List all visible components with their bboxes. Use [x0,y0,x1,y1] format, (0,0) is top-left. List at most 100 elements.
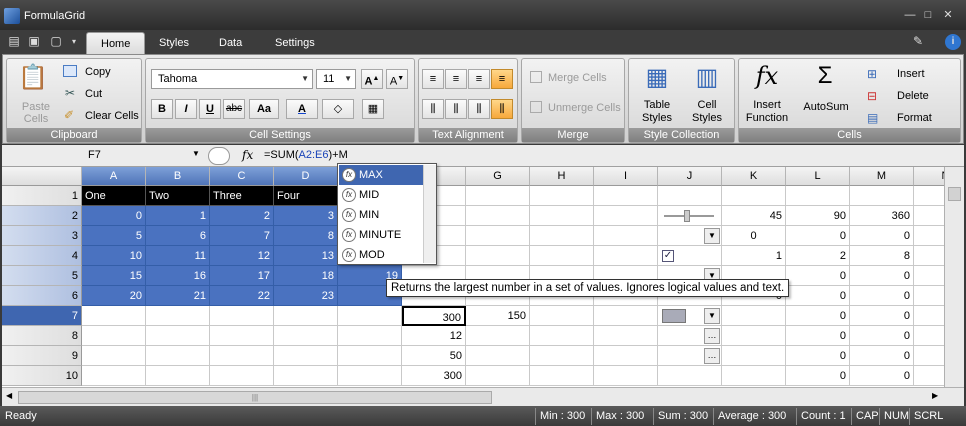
underline-button[interactable]: U [199,99,221,119]
ellipsis-button[interactable]: … [660,348,720,364]
grid-cell[interactable]: 2 [786,246,850,266]
grid-cell[interactable]: 0 [850,286,914,306]
grid-cell[interactable]: 0 [786,306,850,326]
grid-cell[interactable]: 3 [274,206,338,226]
grid-cell[interactable]: 1 [722,246,786,266]
grid-cell[interactable]: 20 [82,286,146,306]
grid-cell[interactable]: 16 [146,266,210,286]
align-right-button[interactable]: ≡ [468,69,490,89]
grid-cell[interactable]: Three [210,186,274,206]
bold-button[interactable]: B [151,99,173,119]
row-header[interactable]: 9 [2,346,82,366]
grid-cell[interactable]: 8 [850,246,914,266]
grid-cell[interactable]: 0 [850,326,914,346]
autocomplete-item[interactable]: fx MID [339,185,423,205]
ellipsis-button[interactable]: … [660,328,720,344]
grid-cell[interactable]: 360 [850,206,914,226]
grid-cell[interactable]: 50 [402,346,466,366]
valign-fill-button[interactable]: ⫼ [491,99,513,119]
spreadsheet-grid[interactable]: ABCDEFGHIJKLMN 12345678910 OneTwoThreeFo… [2,167,964,387]
autocomplete-item[interactable]: fx MIN [339,205,423,225]
format-cells-button[interactable]: ▦ [362,99,384,119]
tab-home[interactable]: Home [86,32,146,54]
autocomplete-item[interactable]: fx MINUTE [339,225,423,245]
name-box[interactable]: F7 [88,149,101,161]
grid-cell[interactable]: 300 [402,306,466,326]
italic-button[interactable]: I [175,99,197,119]
scroll-right-icon[interactable]: ▶ [932,391,938,400]
insert-button[interactable]: Insert [897,68,925,80]
grid-cell[interactable]: 22 [210,286,274,306]
grid-cell[interactable]: 8 [274,226,338,246]
save-icon[interactable]: ▣ [26,34,42,50]
row-header[interactable]: 4 [2,246,82,266]
copy-button[interactable]: Copy [85,66,111,78]
font-color-button[interactable]: A [286,99,318,119]
grid-cell[interactable]: 150 [466,306,530,326]
column-header[interactable]: L [786,167,850,186]
grid-cell[interactable]: 0 [786,226,850,246]
grid-cell[interactable]: 13 [274,246,338,266]
delete-button[interactable]: Delete [897,90,929,102]
minimize-button[interactable]: — [902,8,918,22]
row-header[interactable]: 7 [2,306,82,326]
grid-cell[interactable]: 12 [402,326,466,346]
grid-cell[interactable]: 0 [82,206,146,226]
format-button[interactable]: Format [897,112,932,124]
align-left-button[interactable]: ≡ [422,69,444,89]
paste-button[interactable]: Paste Cells [19,101,53,125]
grid-cell[interactable]: 6 [146,226,210,246]
cut-button[interactable]: Cut [85,88,102,100]
column-header[interactable]: H [530,167,594,186]
clear-cells-button[interactable]: Clear Cells [85,110,139,122]
column-header[interactable]: A [82,167,146,186]
grid-cell[interactable]: 1 [146,206,210,226]
grid-cell[interactable]: 0 [850,266,914,286]
slider-control[interactable] [660,208,720,224]
grid-cell[interactable]: 10 [82,246,146,266]
fx-icon[interactable]: fx [242,148,253,162]
grid-cell[interactable]: 0 [786,326,850,346]
brush-icon[interactable]: ✎ [910,34,926,50]
grid-cell[interactable]: 90 [786,206,850,226]
grid-cell[interactable]: One [82,186,146,206]
column-header[interactable]: I [594,167,658,186]
document-icon[interactable]: ▢ [48,34,64,50]
info-icon[interactable]: i [945,34,961,50]
valign-middle-button[interactable]: ⫼ [445,99,467,119]
row-header[interactable]: 10 [2,366,82,386]
grid-cell[interactable]: 0 [850,226,914,246]
column-header[interactable]: C [210,167,274,186]
table-styles-button[interactable]: Table Styles [637,99,677,125]
column-header[interactable]: B [146,167,210,186]
grid-cell[interactable]: 21 [146,286,210,306]
print-icon[interactable]: ▤ [6,34,22,50]
grid-cell[interactable]: 0 [850,346,914,366]
valign-top-button[interactable]: ⫼ [422,99,444,119]
maximize-button[interactable]: □ [920,8,936,22]
autocomplete-item[interactable]: fx MOD [339,245,423,265]
tab-data[interactable]: Data [205,32,256,54]
column-header[interactable]: D [274,167,338,186]
grid-cell[interactable]: 11 [146,246,210,266]
grid-cell[interactable]: Four [274,186,338,206]
grow-font-button[interactable]: A▲ [361,69,383,89]
scroll-left-icon[interactable]: ◀ [6,391,12,400]
align-center-button[interactable]: ≡ [445,69,467,89]
grid-cell[interactable]: 0 [850,366,914,386]
vertical-scrollbar[interactable] [944,167,964,387]
grid-cell[interactable]: 18 [274,266,338,286]
grid-cell[interactable]: 17 [210,266,274,286]
grid-cell[interactable]: 12 [210,246,274,266]
horizontal-scrollbar[interactable]: ◀ ||| ▶ [2,387,964,406]
close-button[interactable]: ✕ [940,8,956,22]
grid-cell[interactable]: 45 [722,206,786,226]
grid-cell[interactable]: 0 [786,266,850,286]
row-header[interactable]: 3 [2,226,82,246]
checkbox-control[interactable]: ✓ [660,248,720,264]
autocomplete-scrollbar[interactable] [423,165,436,263]
qat-dropdown-icon[interactable]: ▾ [66,37,82,53]
app-icon[interactable] [4,8,20,24]
font-size-select[interactable]: 11 ▼ [316,69,356,89]
grid-cell[interactable]: 0 [850,306,914,326]
